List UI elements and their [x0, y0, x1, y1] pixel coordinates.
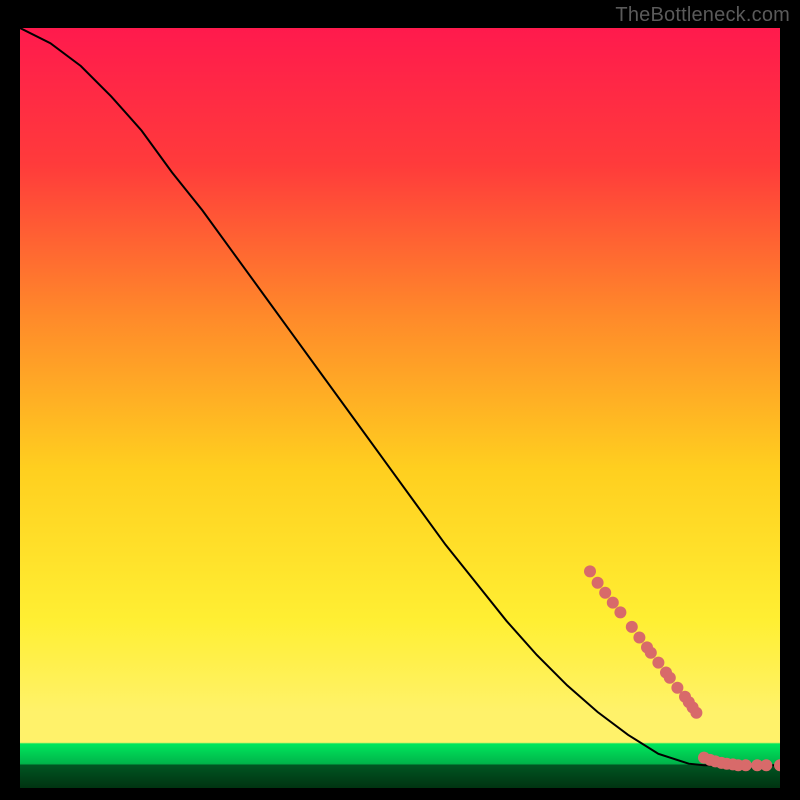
- marker-dot: [690, 707, 702, 719]
- chart-stage: TheBottleneck.com: [0, 0, 800, 800]
- marker-dot: [652, 657, 664, 669]
- marker-dot: [740, 759, 752, 771]
- watermark-text: TheBottleneck.com: [615, 4, 790, 27]
- marker-dot: [626, 621, 638, 633]
- marker-dot: [633, 632, 645, 644]
- plot-area: [20, 28, 780, 788]
- marker-dot: [760, 759, 772, 771]
- marker-dot: [599, 587, 611, 599]
- marker-dot: [614, 606, 626, 618]
- marker-dot: [584, 565, 596, 577]
- marker-dot: [607, 597, 619, 609]
- marker-dot: [664, 672, 676, 684]
- plot-svg: [20, 28, 780, 788]
- marker-dot: [645, 647, 657, 659]
- marker-dot: [592, 577, 604, 589]
